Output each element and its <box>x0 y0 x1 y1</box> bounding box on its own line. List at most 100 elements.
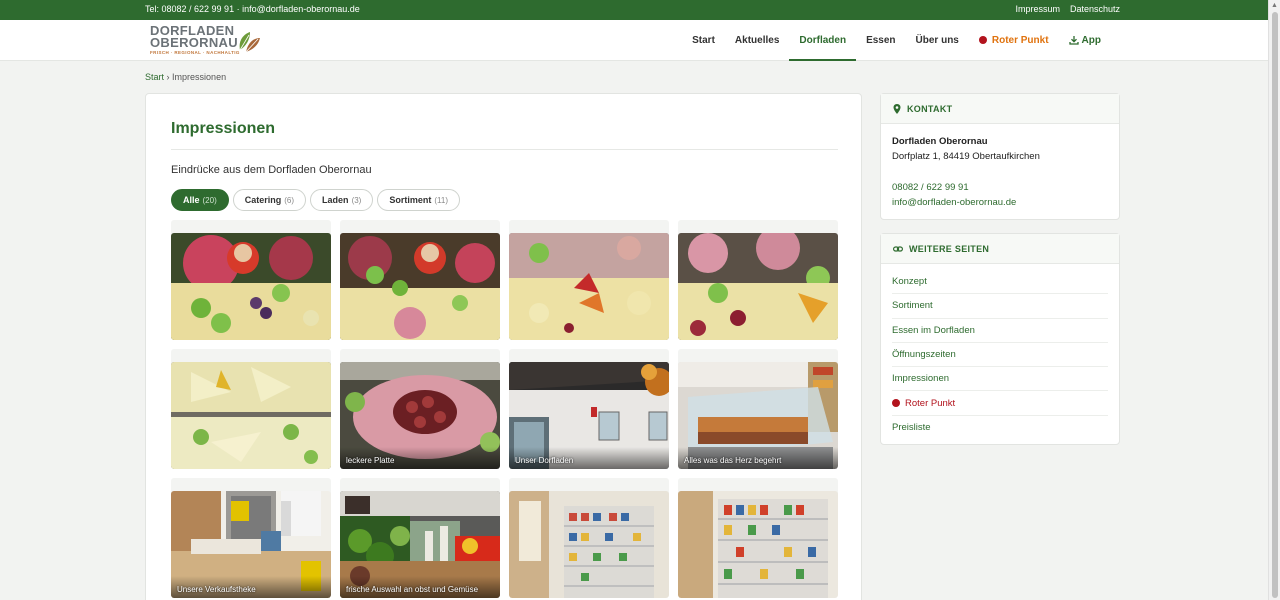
gallery-photo[interactable] <box>678 491 838 598</box>
gallery-photo[interactable] <box>340 233 500 340</box>
gallery-photo[interactable]: leckere Platte <box>340 362 500 469</box>
filter-laden[interactable]: Laden (3) <box>310 189 374 211</box>
weitere-seiten-card: WEITERE SEITEN Konzept Sortiment Essen i… <box>880 233 1120 445</box>
top-legal-links: Impressum Datenschutz <box>1015 4 1120 14</box>
gallery-caption: frische Auswahl an obst und Gemüse <box>346 585 479 594</box>
filter-label: Laden <box>322 195 349 205</box>
gallery-tile[interactable] <box>678 220 838 340</box>
gallery-caption: Unser Dorfladen <box>515 456 574 465</box>
phone-link[interactable]: 08082 / 622 99 91 <box>892 180 1108 195</box>
datenschutz-link[interactable]: Datenschutz <box>1070 4 1120 14</box>
photo-image <box>509 491 669 598</box>
photo-image <box>340 233 500 340</box>
gallery-filters: Alle (20) Catering (6) Laden (3) Sortime… <box>171 189 460 211</box>
link-icon <box>893 245 903 252</box>
side-link-sortiment[interactable]: Sortiment <box>892 294 1108 319</box>
gallery-photo[interactable]: Unsere Verkaufstheke <box>171 491 331 598</box>
site-header: DORFLADEN OBERORNAU FRISCH · REGIONAL · … <box>0 20 1268 61</box>
gallery-photo[interactable]: Alles was das Herz begehrt <box>678 362 838 469</box>
kontakt-heading: KONTAKT <box>907 103 953 114</box>
site-logo[interactable]: DORFLADEN OBERORNAU FRISCH · REGIONAL · … <box>150 24 265 57</box>
image-gallery: leckere Platte Unser Dorfladen Alles was d… <box>171 220 838 598</box>
top-contact-info[interactable]: Tel: 08082 / 622 99 91 · info@dorfladen-… <box>145 4 360 14</box>
nav-essen[interactable]: Essen <box>856 20 905 60</box>
breadcrumb-current: Impressionen <box>172 72 227 82</box>
photo-image <box>678 491 838 598</box>
gallery-photo[interactable] <box>509 491 669 598</box>
gallery-tile[interactable] <box>678 478 838 598</box>
filter-count: (3) <box>351 195 362 205</box>
kontakt-card: KONTAKT Dorfladen Oberornau Dorfplatz 1,… <box>880 93 1120 220</box>
gallery-tile[interactable]: Unser Dorfladen <box>509 349 669 469</box>
gallery-tile[interactable] <box>509 220 669 340</box>
impressum-link[interactable]: Impressum <box>1015 4 1060 14</box>
gallery-card: Impressionen Eindrücke aus dem Dorfladen… <box>145 93 862 600</box>
gallery-photo[interactable]: Unser Dorfladen <box>509 362 669 469</box>
kontakt-header: KONTAKT <box>881 94 1119 124</box>
gallery-tile[interactable] <box>171 220 331 340</box>
side-link-essen[interactable]: Essen im Dorfladen <box>892 319 1108 343</box>
filter-count: (6) <box>284 195 295 205</box>
photo-image <box>678 233 838 340</box>
gallery-caption: leckere Platte <box>346 456 395 465</box>
breadcrumb: Start › Impressionen <box>145 72 226 82</box>
nav-roter-punkt[interactable]: Roter Punkt <box>969 20 1059 60</box>
gallery-tile[interactable] <box>509 478 669 598</box>
photo-image <box>509 233 669 340</box>
gallery-photo[interactable] <box>509 233 669 340</box>
weitere-links: Konzept Sortiment Essen im Dorfladen Öff… <box>881 264 1119 444</box>
nav-ueber-uns[interactable]: Über uns <box>906 20 969 60</box>
gallery-tile[interactable] <box>171 349 331 469</box>
scrollbar-thumb[interactable] <box>1272 12 1278 598</box>
download-icon <box>1068 36 1079 45</box>
gallery-photo[interactable] <box>678 233 838 340</box>
filter-label: Alle <box>183 195 200 205</box>
store-address: Dorfplatz 1, 84419 Obertaufkirchen <box>892 151 1040 162</box>
store-name: Dorfladen Oberornau <box>892 136 988 147</box>
gallery-tile[interactable]: frische Auswahl an obst und Gemüse <box>340 478 500 598</box>
photo-image <box>171 233 331 340</box>
filter-alle[interactable]: Alle (20) <box>171 189 229 211</box>
side-link-impressionen[interactable]: Impressionen <box>892 367 1108 392</box>
gallery-photo[interactable]: frische Auswahl an obst und Gemüse <box>340 491 500 598</box>
filter-label: Catering <box>244 195 282 205</box>
title-divider <box>171 149 838 150</box>
gallery-caption: Alles was das Herz begehrt <box>684 456 782 465</box>
side-link-oeffnungszeiten[interactable]: Öffnungszeiten <box>892 343 1108 368</box>
nav-aktuelles[interactable]: Aktuelles <box>725 20 789 60</box>
page-scrollbar[interactable]: ▲ <box>1268 0 1280 600</box>
gallery-tile[interactable] <box>340 220 500 340</box>
breadcrumb-separator: › <box>166 72 170 82</box>
filter-sortiment[interactable]: Sortiment (11) <box>377 189 460 211</box>
main-navigation: Start Aktuelles Dorfladen Essen Über uns… <box>682 20 1111 61</box>
kontakt-body: Dorfladen Oberornau Dorfplatz 1, 84419 O… <box>881 124 1119 220</box>
filter-catering[interactable]: Catering (6) <box>232 189 307 211</box>
nav-roter-punkt-label: Roter Punkt <box>991 34 1049 46</box>
weitere-header: WEITERE SEITEN <box>881 234 1119 264</box>
gallery-caption: Unsere Verkaufstheke <box>177 585 256 594</box>
side-link-roter-punkt[interactable]: Roter Punkt <box>892 391 1108 416</box>
gallery-tile[interactable]: Unsere Verkaufstheke <box>171 478 331 598</box>
weitere-heading: WEITERE SEITEN <box>909 243 990 254</box>
side-link-konzept[interactable]: Konzept <box>892 270 1108 295</box>
breadcrumb-home[interactable]: Start <box>145 72 164 82</box>
side-link-roter-punkt-label: Roter Punkt <box>905 397 956 409</box>
gallery-photo[interactable] <box>171 233 331 340</box>
gallery-tile[interactable]: Alles was das Herz begehrt <box>678 349 838 469</box>
top-contact-bar: Tel: 08082 / 622 99 91 · info@dorfladen-… <box>0 0 1268 20</box>
side-link-preisliste[interactable]: Preisliste <box>892 416 1108 440</box>
email-link[interactable]: info@dorfladen-oberornau.de <box>892 195 1108 210</box>
filter-count: (11) <box>434 195 448 205</box>
red-dot-icon <box>892 399 900 408</box>
nav-app-label: App <box>1081 34 1101 46</box>
photo-image <box>171 362 331 469</box>
nav-start[interactable]: Start <box>682 20 725 60</box>
gallery-photo[interactable] <box>171 362 331 469</box>
map-pin-icon <box>893 103 901 114</box>
nav-dorfladen[interactable]: Dorfladen <box>789 20 856 61</box>
filter-count: (20) <box>202 195 217 205</box>
scroll-up-icon[interactable]: ▲ <box>1271 2 1278 9</box>
gallery-tile[interactable]: leckere Platte <box>340 349 500 469</box>
nav-app[interactable]: App <box>1059 20 1111 60</box>
filter-label: Sortiment <box>389 195 432 205</box>
